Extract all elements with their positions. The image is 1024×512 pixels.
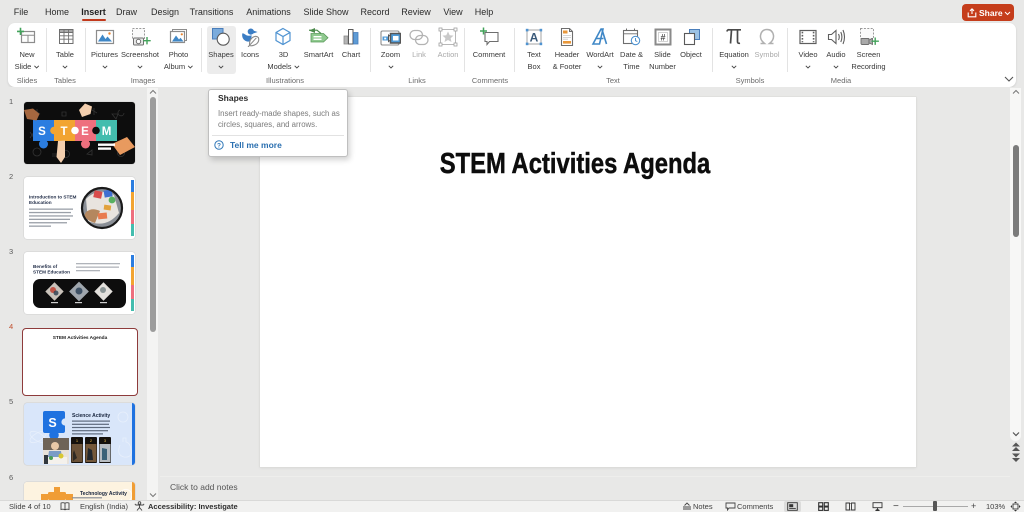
svg-text:S: S bbox=[48, 416, 56, 430]
svg-text:Science Activity: Science Activity bbox=[72, 413, 110, 419]
svg-text:E: E bbox=[81, 126, 89, 138]
svg-text:T: T bbox=[60, 126, 67, 138]
svg-text:STEM Education: STEM Education bbox=[33, 270, 70, 275]
svg-text:Technology Activity: Technology Activity bbox=[80, 491, 127, 497]
svg-text:#: # bbox=[660, 32, 665, 42]
svg-text:S: S bbox=[38, 126, 46, 138]
svg-text:Introduction to STEM: Introduction to STEM bbox=[29, 195, 76, 200]
svg-text:M: M bbox=[102, 126, 112, 138]
svg-text:Education: Education bbox=[29, 200, 52, 205]
svg-text:?: ? bbox=[217, 142, 221, 149]
svg-text:Benefits of: Benefits of bbox=[33, 264, 58, 269]
svg-text:A: A bbox=[530, 30, 539, 44]
